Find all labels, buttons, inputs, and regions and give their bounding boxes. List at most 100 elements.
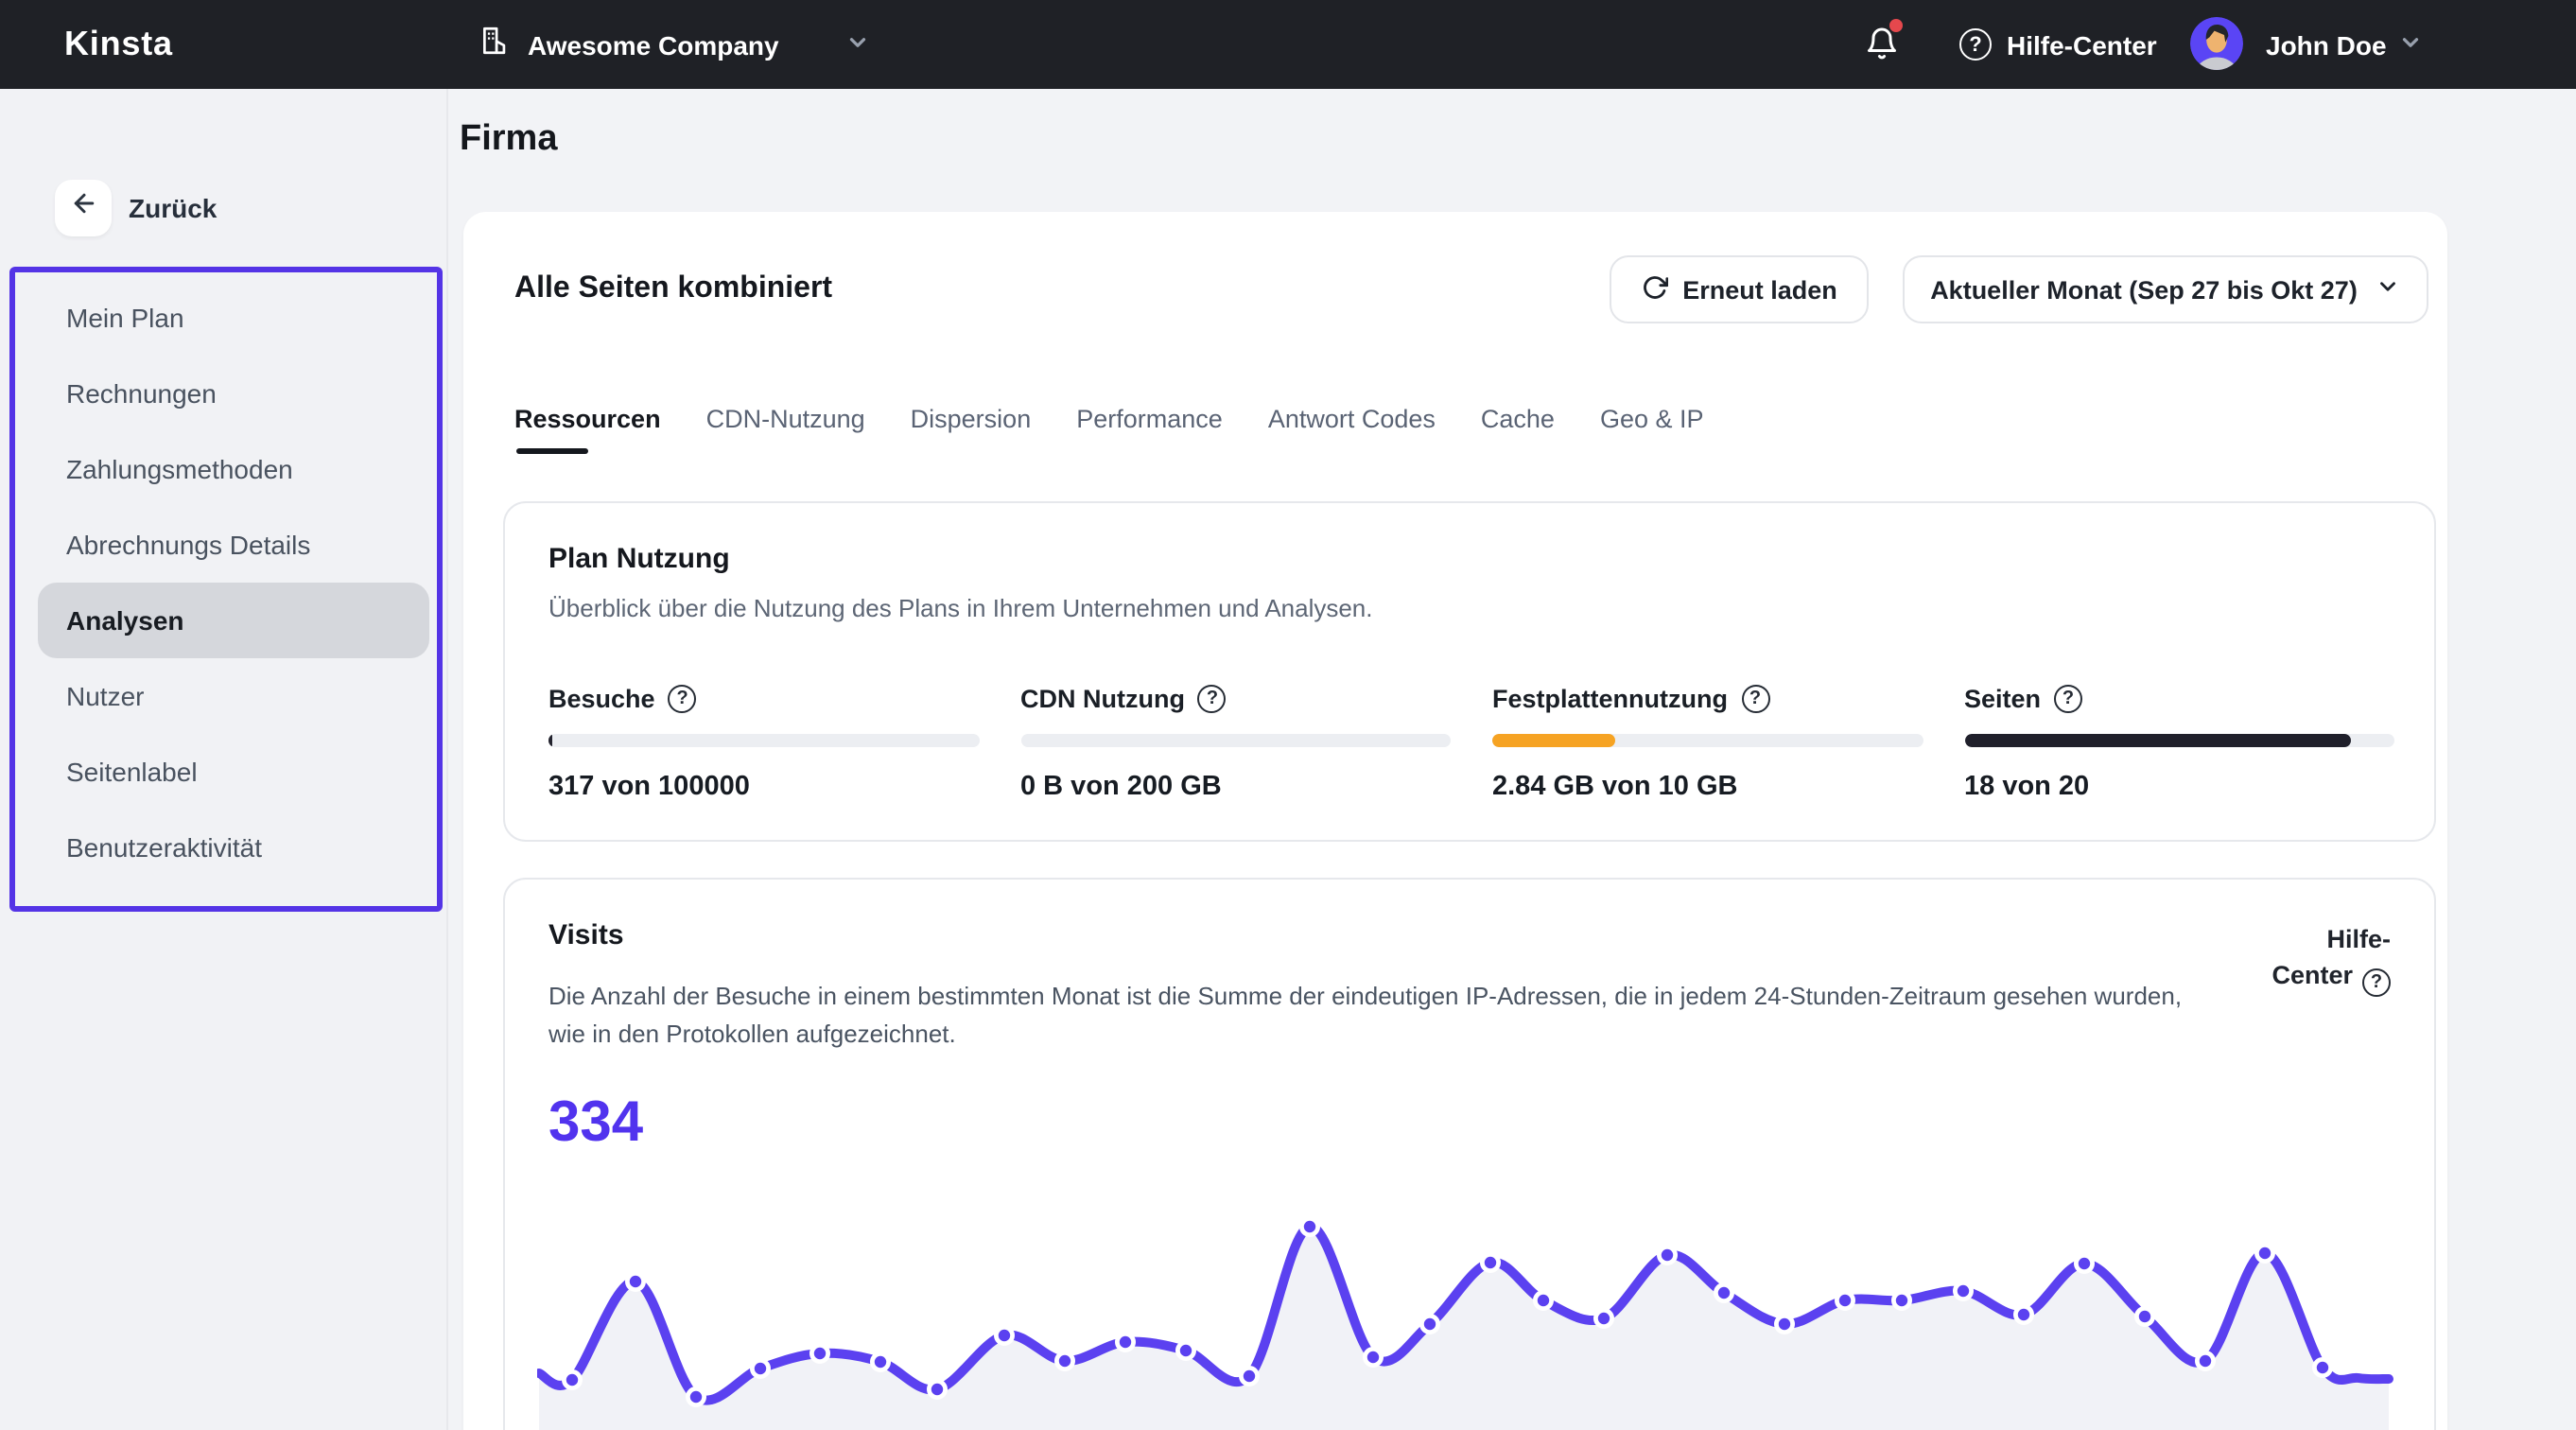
period-label: Aktueller Monat (Sep 27 bis Okt 27) [1930,275,2358,304]
back-label[interactable]: Zurück [129,193,217,223]
period-selector[interactable]: Aktueller Monat (Sep 27 bis Okt 27) [1903,255,2428,323]
sidebar: Zurück Mein Plan Rechnungen Zahlungsmethod… [0,89,448,1430]
notifications-bell-icon[interactable] [1865,19,1903,64]
chevron-down-icon [2376,274,2401,305]
tab-cache[interactable]: Cache [1481,405,1555,454]
visits-total: 334 [548,1091,644,1154]
chart-data-point[interactable] [2013,1304,2035,1326]
chart-data-point[interactable] [1835,1290,1856,1312]
refresh-icon [1641,273,1668,305]
chart-data-point[interactable] [993,1325,1015,1347]
user-name[interactable]: John Doe [2266,30,2387,61]
chart-data-point[interactable] [809,1342,830,1364]
chart-data-point[interactable] [1299,1215,1321,1238]
company-name: Awesome Company [528,29,779,60]
chart-data-point[interactable] [869,1351,891,1372]
panel-title: Alle Seiten kombiniert [514,272,833,305]
kinsta-logo: Kinsta [64,25,173,62]
chart-data-point[interactable] [1533,1290,1555,1312]
metric-label: Festplattennutzung [1492,685,1728,713]
metric-festplattennutzung: Festplattennutzung? 2.84 GB von 10 GB [1492,685,1923,802]
notification-dot [1889,19,1903,32]
chart-data-point[interactable] [1593,1308,1615,1330]
chart-data-point[interactable] [1419,1314,1441,1335]
analytics-tabs: Ressourcen CDN-Nutzung Dispersion Performan… [514,405,1704,454]
tab-dispersion[interactable]: Dispersion [911,405,1032,454]
plan-usage-metrics: Besuche? 317 von 100000 CDN Nutzung? 0 B vo… [548,685,2394,802]
chart-data-point[interactable] [2134,1306,2156,1328]
chart-data-point[interactable] [1480,1252,1502,1274]
company-selector[interactable]: Awesome Company [479,0,779,89]
metric-label: Seiten [1964,685,2042,713]
tab-ressourcen[interactable]: Ressourcen [514,405,661,454]
metric-value: 18 von 20 [1964,772,2090,802]
chart-data-point[interactable] [926,1378,948,1400]
metric-seiten: Seiten? 18 von 20 [1964,685,2394,802]
chart-data-point[interactable] [1175,1339,1197,1361]
plan-usage-subtitle: Überblick über die Nutzung des Plans in … [548,594,1373,622]
tab-geo-ip[interactable]: Geo & IP [1600,405,1704,454]
usage-progressbar [1964,734,2394,747]
chart-data-point[interactable] [685,1386,706,1407]
usage-progressbar [1492,734,1923,747]
chart-data-point[interactable] [1953,1281,1975,1302]
help-line1: Hilfe- [2326,925,2392,953]
tab-performance[interactable]: Performance [1076,405,1223,454]
plan-usage-card: Plan Nutzung Überblick über die Nutzung … [503,501,2436,842]
sidebar-item-rechnungen[interactable]: Rechnungen [0,356,448,431]
chevron-down-icon[interactable] [845,30,870,64]
sidebar-item-mein-plan[interactable]: Mein Plan [0,280,448,356]
chart-data-point[interactable] [1363,1346,1384,1368]
sidebar-item-analysen[interactable]: Analysen [38,583,429,658]
avatar[interactable] [2190,17,2243,70]
help-center-link[interactable]: Hilfe-Center [2007,30,2157,61]
back-button[interactable] [55,180,112,236]
visits-card: Visits Hilfe- Center? Die Anzahl der Bes… [503,878,2436,1430]
sidebar-item-nutzer[interactable]: Nutzer [0,658,448,734]
help-circle-icon[interactable]: ? [1197,685,1227,713]
chart-data-point[interactable] [1891,1290,1913,1312]
visits-description: Die Anzahl der Besuche in einem bestimmt… [548,978,2289,1054]
building-icon [479,24,511,65]
help-circle-icon[interactable]: ? [2054,685,2083,713]
reload-button[interactable]: Erneut laden [1610,255,1869,323]
visits-title: Visits [548,919,624,951]
visits-help-center-link[interactable]: Hilfe- Center? [2271,921,2391,997]
chart-data-point[interactable] [1115,1332,1137,1353]
chart-data-point[interactable] [561,1369,583,1390]
sidebar-item-seitenlabel[interactable]: Seitenlabel [0,734,448,810]
chart-data-point[interactable] [2195,1350,2217,1371]
chart-data-point[interactable] [2254,1243,2276,1264]
metric-label: Besuche [548,685,655,713]
sidebar-item-zahlungsmethoden[interactable]: Zahlungsmethoden [0,431,448,507]
chart-data-point[interactable] [2074,1253,2096,1275]
help-circle-icon[interactable]: ? [1959,28,1992,61]
chart-area-fill [539,1226,2389,1430]
chart-data-point[interactable] [1774,1314,1796,1335]
chart-data-point[interactable] [1239,1365,1261,1386]
metric-cdn-nutzung: CDN Nutzung? 0 B von 200 GB [1020,685,1451,802]
metric-value: 0 B von 200 GB [1020,772,1222,802]
chart-data-point[interactable] [1054,1350,1076,1371]
metric-label: CDN Nutzung [1020,685,1185,713]
chevron-down-icon[interactable] [2398,30,2423,64]
topbar: Kinsta Awesome Company ? Hilfe-Center Jo… [0,0,2576,89]
help-circle-icon: ? [2362,968,2391,997]
chart-data-point[interactable] [2312,1356,2334,1378]
chart-data-point[interactable] [749,1357,771,1379]
company-analytics-panel: Alle Seiten kombiniert Erneut laden Aktu… [463,212,2447,1430]
metric-value: 317 von 100000 [548,772,750,802]
help-circle-icon[interactable]: ? [668,685,697,713]
sidebar-menu: Mein Plan Rechnungen Zahlungsmethoden Abrec… [0,280,448,885]
metric-value: 2.84 GB von 10 GB [1492,772,1738,802]
help-circle-icon[interactable]: ? [1741,685,1769,713]
sidebar-item-abrechnungs-details[interactable]: Abrechnungs Details [0,507,448,583]
chart-data-point[interactable] [1657,1245,1679,1266]
usage-progressbar [548,734,979,747]
tab-cdn-nutzung[interactable]: CDN-Nutzung [706,405,865,454]
tab-antwort-codes[interactable]: Antwort Codes [1268,405,1436,454]
chart-data-point[interactable] [625,1271,647,1293]
sidebar-item-benutzeraktivit-t[interactable]: Benutzeraktivität [0,810,448,885]
visits-description-line1: Die Anzahl der Besuche in einem bestimmt… [548,982,2183,1010]
chart-data-point[interactable] [1714,1282,1735,1304]
